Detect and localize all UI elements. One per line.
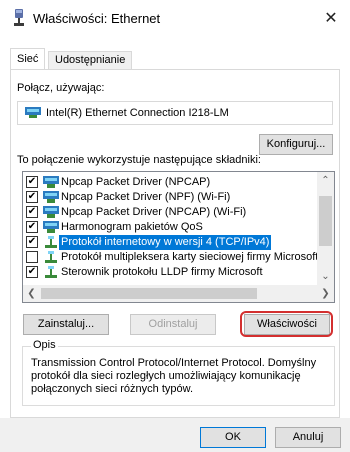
checkbox[interactable]: ✔ (26, 266, 38, 278)
close-button[interactable]: ✕ (320, 8, 342, 30)
scroll-thumb[interactable] (319, 196, 332, 246)
scroll-down-icon[interactable]: ⌄ (317, 268, 334, 285)
window-title: Właściwości: Ethernet (33, 11, 161, 26)
components-list[interactable]: ✔ Npcap Packet Driver (NPCAP) ✔ Npcap Pa… (22, 171, 335, 303)
connect-using-label: Połącz, używając: (17, 82, 105, 94)
checkbox[interactable]: ✔ (26, 206, 38, 218)
title-bar: Właściwości: Ethernet ✕ (0, 0, 350, 40)
ok-button[interactable]: OK (200, 427, 266, 448)
network-adapter-icon (43, 221, 59, 233)
adapter-name: Intel(R) Ethernet Connection I218-LM (46, 107, 229, 119)
network-adapter-icon (43, 206, 59, 218)
tab-sharing[interactable]: Udostępnianie (48, 51, 133, 70)
description-group: Opis Transmission Control Protocol/Inter… (22, 339, 335, 406)
list-item[interactable]: ✔ Npcap Packet Driver (NPCAP) (23, 175, 315, 190)
list-item[interactable]: Protokół multipleksera karty sieciowej f… (23, 250, 319, 265)
checkbox[interactable]: ✔ (26, 191, 38, 203)
components-label: To połączenie wykorzystuje następujące s… (17, 154, 261, 166)
description-legend: Opis (31, 339, 58, 351)
cancel-button[interactable]: Anuluj (275, 427, 341, 448)
network-plug-icon (14, 9, 24, 26)
tab-strip: Sieć Udostępnianie (10, 48, 340, 70)
highlight-ring (240, 311, 333, 337)
scroll-left-icon[interactable]: ❮ (23, 285, 40, 302)
list-item[interactable]: ✔ Npcap Packet Driver (NPCAP) (Wi-Fi) (23, 205, 315, 220)
description-text: Transmission Control Protocol/Internet P… (31, 357, 317, 395)
protocol-icon (45, 236, 57, 248)
adapter-field: Intel(R) Ethernet Connection I218-LM (17, 101, 333, 125)
list-item-label: Sterownik protokołu LLDP firmy Microsoft (61, 266, 263, 278)
list-item-selected[interactable]: ✔ Protokół internetowy w wersji 4 (TCP/I… (23, 235, 315, 250)
checkbox[interactable] (26, 251, 38, 263)
list-item-label: Harmonogram pakietów QoS (61, 221, 203, 233)
checkbox[interactable]: ✔ (26, 236, 38, 248)
dialog-footer: OK Anuluj (0, 418, 350, 452)
scroll-up-icon[interactable]: ⌃ (317, 172, 334, 189)
protocol-icon (45, 266, 57, 278)
list-item[interactable]: ✔ Sterownik protokołu LLDP firmy Microso… (23, 265, 315, 280)
list-item-label: Protokół multipleksera karty sieciowej f… (61, 251, 319, 263)
uninstall-button[interactable]: Odinstaluj (130, 314, 216, 335)
list-item-label: Npcap Packet Driver (NPF) (Wi-Fi) (61, 191, 231, 203)
vertical-scrollbar[interactable]: ⌃ ⌄ (317, 172, 334, 285)
list-item-label: Protokół internetowy w wersji 4 (TCP/IPv… (59, 235, 272, 250)
list-item[interactable]: ✔ Harmonogram pakietów QoS (23, 220, 315, 235)
checkbox[interactable]: ✔ (26, 176, 38, 188)
checkbox[interactable]: ✔ (26, 221, 38, 233)
list-item-label: Npcap Packet Driver (NPCAP) (61, 176, 211, 188)
tab-network[interactable]: Sieć (10, 48, 46, 70)
network-adapter-icon (43, 176, 59, 188)
network-adapter-icon (43, 191, 59, 203)
install-button[interactable]: Zainstaluj... (23, 314, 109, 335)
scroll-right-icon[interactable]: ❯ (317, 285, 334, 302)
list-item-label: Npcap Packet Driver (NPCAP) (Wi-Fi) (61, 206, 247, 218)
configure-button[interactable]: Konfiguruj... (259, 134, 333, 155)
list-item[interactable]: ✔ Npcap Packet Driver (NPF) (Wi-Fi) (23, 190, 315, 205)
protocol-icon (45, 251, 57, 263)
network-adapter-icon (25, 107, 41, 118)
horizontal-scrollbar[interactable]: ❮ ❯ (23, 285, 334, 302)
scroll-thumb[interactable] (41, 288, 257, 299)
